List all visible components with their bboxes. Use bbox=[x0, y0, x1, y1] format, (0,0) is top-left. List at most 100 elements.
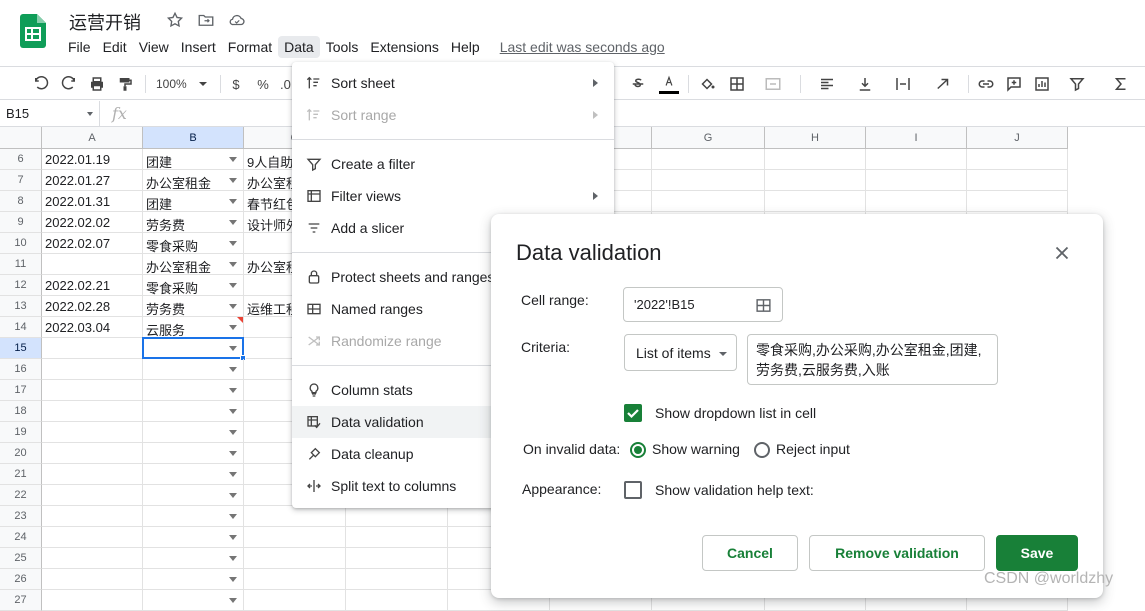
menu-view[interactable]: View bbox=[133, 36, 175, 58]
cell-a11[interactable] bbox=[42, 254, 143, 275]
dropdown-arrow-icon[interactable] bbox=[229, 388, 237, 393]
show-warning-radio[interactable] bbox=[630, 442, 646, 458]
row-header-11[interactable]: 11 bbox=[0, 254, 42, 275]
cell-b27[interactable] bbox=[143, 590, 244, 611]
column-header-g[interactable]: G bbox=[652, 127, 765, 149]
cell-b9[interactable]: 劳务费 bbox=[143, 212, 244, 233]
dropdown-arrow-icon[interactable] bbox=[229, 367, 237, 372]
dropdown-arrow-icon[interactable] bbox=[229, 409, 237, 414]
row-header-24[interactable]: 24 bbox=[0, 527, 42, 548]
select-range-icon[interactable] bbox=[755, 297, 772, 314]
remove-validation-button[interactable]: Remove validation bbox=[809, 535, 985, 571]
cell-a20[interactable] bbox=[42, 443, 143, 464]
borders-icon[interactable] bbox=[727, 74, 747, 94]
cell-a8[interactable]: 2022.01.31 bbox=[42, 191, 143, 212]
close-icon[interactable] bbox=[1051, 242, 1073, 264]
select-all-corner[interactable] bbox=[0, 127, 42, 149]
text-rotation-icon[interactable] bbox=[926, 74, 960, 94]
star-icon[interactable] bbox=[166, 11, 184, 29]
cell-a22[interactable] bbox=[42, 485, 143, 506]
column-header-h[interactable]: H bbox=[765, 127, 866, 149]
dropdown-arrow-icon[interactable] bbox=[229, 262, 237, 267]
row-header-12[interactable]: 12 bbox=[0, 275, 42, 296]
row-header-20[interactable]: 20 bbox=[0, 443, 42, 464]
cell-a27[interactable] bbox=[42, 590, 143, 611]
cloud-status-icon[interactable] bbox=[228, 11, 246, 29]
cell-a23[interactable] bbox=[42, 506, 143, 527]
empty-cell[interactable] bbox=[866, 170, 967, 191]
insert-link-icon[interactable] bbox=[976, 74, 996, 94]
cell-b25[interactable] bbox=[143, 548, 244, 569]
cell-b22[interactable] bbox=[143, 485, 244, 506]
cell-a13[interactable]: 2022.02.28 bbox=[42, 296, 143, 317]
cell-b13[interactable]: 劳务费 bbox=[143, 296, 244, 317]
cell-b19[interactable] bbox=[143, 422, 244, 443]
menu-item-sort-range[interactable]: Sort range bbox=[292, 99, 614, 131]
menu-edit[interactable]: Edit bbox=[97, 36, 133, 58]
menu-insert[interactable]: Insert bbox=[175, 36, 222, 58]
row-header-8[interactable]: 8 bbox=[0, 191, 42, 212]
column-header-a[interactable]: A bbox=[42, 127, 143, 149]
row-header-25[interactable]: 25 bbox=[0, 548, 42, 569]
insert-chart-icon[interactable] bbox=[1032, 74, 1052, 94]
row-header-23[interactable]: 23 bbox=[0, 506, 42, 527]
dropdown-arrow-icon[interactable] bbox=[229, 304, 237, 309]
filter-icon[interactable] bbox=[1060, 74, 1094, 94]
cell-a12[interactable]: 2022.02.21 bbox=[42, 275, 143, 296]
text-wrap-icon[interactable] bbox=[886, 74, 920, 94]
document-title[interactable]: 运营开销 bbox=[69, 9, 141, 35]
menu-format[interactable]: Format bbox=[222, 36, 278, 58]
empty-cell[interactable] bbox=[652, 191, 765, 212]
empty-cell[interactable] bbox=[652, 170, 765, 191]
paint-format-icon[interactable] bbox=[115, 74, 135, 94]
menu-item-sort-sheet[interactable]: Sort sheet bbox=[292, 67, 614, 99]
dropdown-arrow-icon[interactable] bbox=[229, 577, 237, 582]
cell-b8[interactable]: 团建 bbox=[143, 191, 244, 212]
dropdown-arrow-icon[interactable] bbox=[229, 556, 237, 561]
cell-a21[interactable] bbox=[42, 464, 143, 485]
dropdown-arrow-icon[interactable] bbox=[229, 598, 237, 603]
cell-b7[interactable]: 办公室租金 bbox=[143, 170, 244, 191]
column-header-j[interactable]: J bbox=[967, 127, 1068, 149]
align-left-icon[interactable] bbox=[810, 74, 844, 94]
row-header-10[interactable]: 10 bbox=[0, 233, 42, 254]
cell-b18[interactable] bbox=[143, 401, 244, 422]
cell-a25[interactable] bbox=[42, 548, 143, 569]
dropdown-arrow-icon[interactable] bbox=[229, 535, 237, 540]
empty-cell[interactable] bbox=[866, 149, 967, 170]
cell-a24[interactable] bbox=[42, 527, 143, 548]
empty-cell[interactable] bbox=[866, 191, 967, 212]
row-header-16[interactable]: 16 bbox=[0, 359, 42, 380]
list-items-input[interactable]: 零食采购,办公采购,办公室租金,团建,劳务费,云服务费,入账 bbox=[747, 334, 998, 385]
help-text-checkbox[interactable] bbox=[624, 481, 642, 499]
cell-a18[interactable] bbox=[42, 401, 143, 422]
row-header-6[interactable]: 6 bbox=[0, 149, 42, 170]
dropdown-arrow-icon[interactable] bbox=[229, 493, 237, 498]
empty-cell[interactable] bbox=[346, 569, 448, 590]
empty-cell[interactable] bbox=[346, 506, 448, 527]
move-folder-icon[interactable] bbox=[197, 11, 215, 29]
menu-item-filter-views[interactable]: Filter views bbox=[292, 180, 614, 212]
cell-a10[interactable]: 2022.02.07 bbox=[42, 233, 143, 254]
empty-cell[interactable] bbox=[765, 149, 866, 170]
zoom-select[interactable]: 100% bbox=[156, 74, 212, 94]
dropdown-arrow-icon[interactable] bbox=[229, 241, 237, 246]
cell-a14[interactable]: 2022.03.04 bbox=[42, 317, 143, 338]
cell-a19[interactable] bbox=[42, 422, 143, 443]
cell-a15[interactable] bbox=[42, 338, 143, 359]
row-header-27[interactable]: 27 bbox=[0, 590, 42, 611]
cell-b26[interactable] bbox=[143, 569, 244, 590]
dropdown-arrow-icon[interactable] bbox=[229, 325, 237, 330]
empty-cell[interactable] bbox=[967, 191, 1068, 212]
cell-a26[interactable] bbox=[42, 569, 143, 590]
cell-a6[interactable]: 2022.01.19 bbox=[42, 149, 143, 170]
dropdown-arrow-icon[interactable] bbox=[229, 220, 237, 225]
cell-b20[interactable] bbox=[143, 443, 244, 464]
print-icon[interactable] bbox=[87, 74, 107, 94]
cell-a9[interactable]: 2022.02.02 bbox=[42, 212, 143, 233]
empty-cell[interactable] bbox=[967, 170, 1068, 191]
column-header-i[interactable]: I bbox=[866, 127, 967, 149]
cell-b14[interactable]: 云服务 bbox=[143, 317, 244, 338]
redo-icon[interactable] bbox=[59, 74, 79, 94]
cell-b24[interactable] bbox=[143, 527, 244, 548]
